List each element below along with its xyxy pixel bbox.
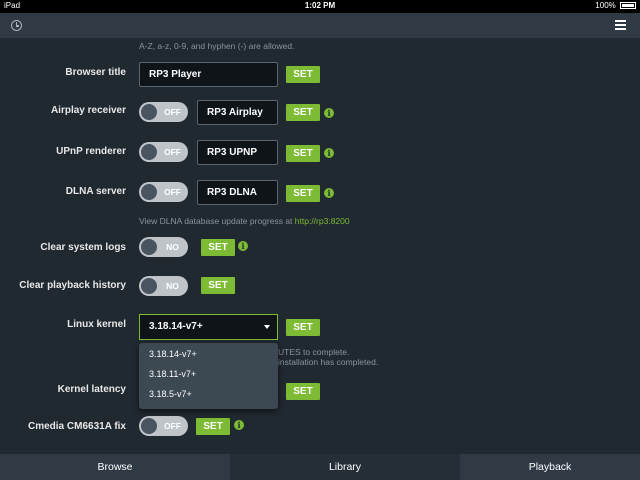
bottom-tab-bar: Browse Library Playback (0, 454, 640, 480)
info-icon[interactable]: i (234, 420, 244, 430)
upnp-name-input[interactable]: RP3 UPNP (197, 140, 278, 165)
dlna-toggle[interactable]: OFF (139, 182, 188, 202)
clear-history-toggle[interactable]: NO (139, 276, 188, 296)
toggle-knob (141, 239, 157, 255)
linux-kernel-set-button[interactable]: SET (286, 319, 320, 336)
kernel-option[interactable]: 3.18.11-v7+ (149, 369, 196, 379)
linux-kernel-label: Linux kernel (67, 319, 126, 330)
hostname-note: A-Z, a-z, 0-9, and hyphen (-) are allowe… (139, 41, 295, 51)
status-time: 1:02 PM (304, 1, 336, 10)
browser-title-input[interactable]: RP3 Player (139, 62, 278, 87)
kernel-note-line1: UTES to complete. (278, 347, 350, 357)
info-icon[interactable]: i (324, 188, 334, 198)
linux-kernel-selected: 3.18.14-v7+ (149, 321, 203, 332)
dlna-set-button[interactable]: SET (286, 185, 320, 202)
clock-icon[interactable] (11, 20, 22, 31)
linux-kernel-select[interactable]: 3.18.14-v7+ (139, 314, 278, 340)
clear-logs-set-button[interactable]: SET (201, 239, 235, 256)
kernel-latency-label: Kernel latency (57, 384, 126, 395)
airplay-toggle[interactable]: OFF (139, 102, 188, 122)
clear-logs-toggle[interactable]: NO (139, 237, 188, 257)
toggle-state: NO (166, 242, 179, 252)
toggle-knob (141, 278, 157, 294)
dlna-progress-note: View DLNA database update progress at ht… (139, 216, 350, 226)
upnp-set-button[interactable]: SET (286, 145, 320, 162)
dlna-label: DLNA server (65, 186, 126, 197)
battery-icon (620, 2, 636, 10)
toggle-state: OFF (164, 147, 181, 157)
upnp-label: UPnP renderer (56, 146, 126, 157)
kernel-note-line2: installation has completed. (278, 357, 379, 367)
cmedia-set-button[interactable]: SET (196, 418, 230, 435)
toggle-knob (141, 144, 157, 160)
tab-library[interactable]: Library (230, 454, 460, 480)
airplay-set-button[interactable]: SET (286, 104, 320, 121)
status-bar: iPad 1:02 PM 100% (0, 0, 640, 13)
toggle-state: OFF (164, 107, 181, 117)
clear-logs-label: Clear system logs (40, 242, 126, 253)
kernel-option[interactable]: 3.18.5-v7+ (149, 389, 192, 399)
kernel-latency-set-button[interactable]: SET (286, 383, 320, 400)
info-icon[interactable]: i (238, 241, 248, 251)
cmedia-label: Cmedia CM6631A fix (28, 421, 126, 432)
info-icon[interactable]: i (324, 148, 334, 158)
battery-percent: 100% (595, 1, 616, 10)
clear-history-set-button[interactable]: SET (201, 277, 235, 294)
battery-status: 100% (595, 1, 636, 10)
toggle-state: OFF (164, 187, 181, 197)
cmedia-toggle[interactable]: OFF (139, 416, 188, 436)
top-bar (0, 13, 640, 38)
upnp-toggle[interactable]: OFF (139, 142, 188, 162)
chevron-down-icon (264, 325, 270, 329)
toggle-state: OFF (164, 421, 181, 431)
airplay-name-input[interactable]: RP3 Airplay (197, 100, 278, 125)
toggle-knob (141, 104, 157, 120)
airplay-label: Airplay receiver (50, 105, 126, 116)
browser-title-set-button[interactable]: SET (286, 66, 320, 83)
clear-history-label: Clear playback history (19, 280, 126, 291)
tab-playback[interactable]: Playback (460, 454, 640, 480)
tab-browse[interactable]: Browse (0, 454, 230, 480)
toggle-state: NO (166, 281, 179, 291)
toggle-knob (141, 184, 157, 200)
kernel-option[interactable]: 3.18.14-v7+ (149, 349, 197, 359)
dlna-note-text: View DLNA database update progress at (139, 216, 295, 226)
dlna-name-input[interactable]: RP3 DLNA (197, 180, 278, 205)
info-icon[interactable]: i (324, 108, 334, 118)
menu-icon[interactable] (615, 20, 626, 30)
dlna-progress-link[interactable]: http://rp3:8200 (295, 216, 350, 226)
toggle-knob (141, 418, 157, 434)
browser-title-label: Browser title (65, 67, 126, 78)
linux-kernel-dropdown: 3.18.14-v7+ 3.18.11-v7+ 3.18.5-v7+ (139, 343, 278, 409)
